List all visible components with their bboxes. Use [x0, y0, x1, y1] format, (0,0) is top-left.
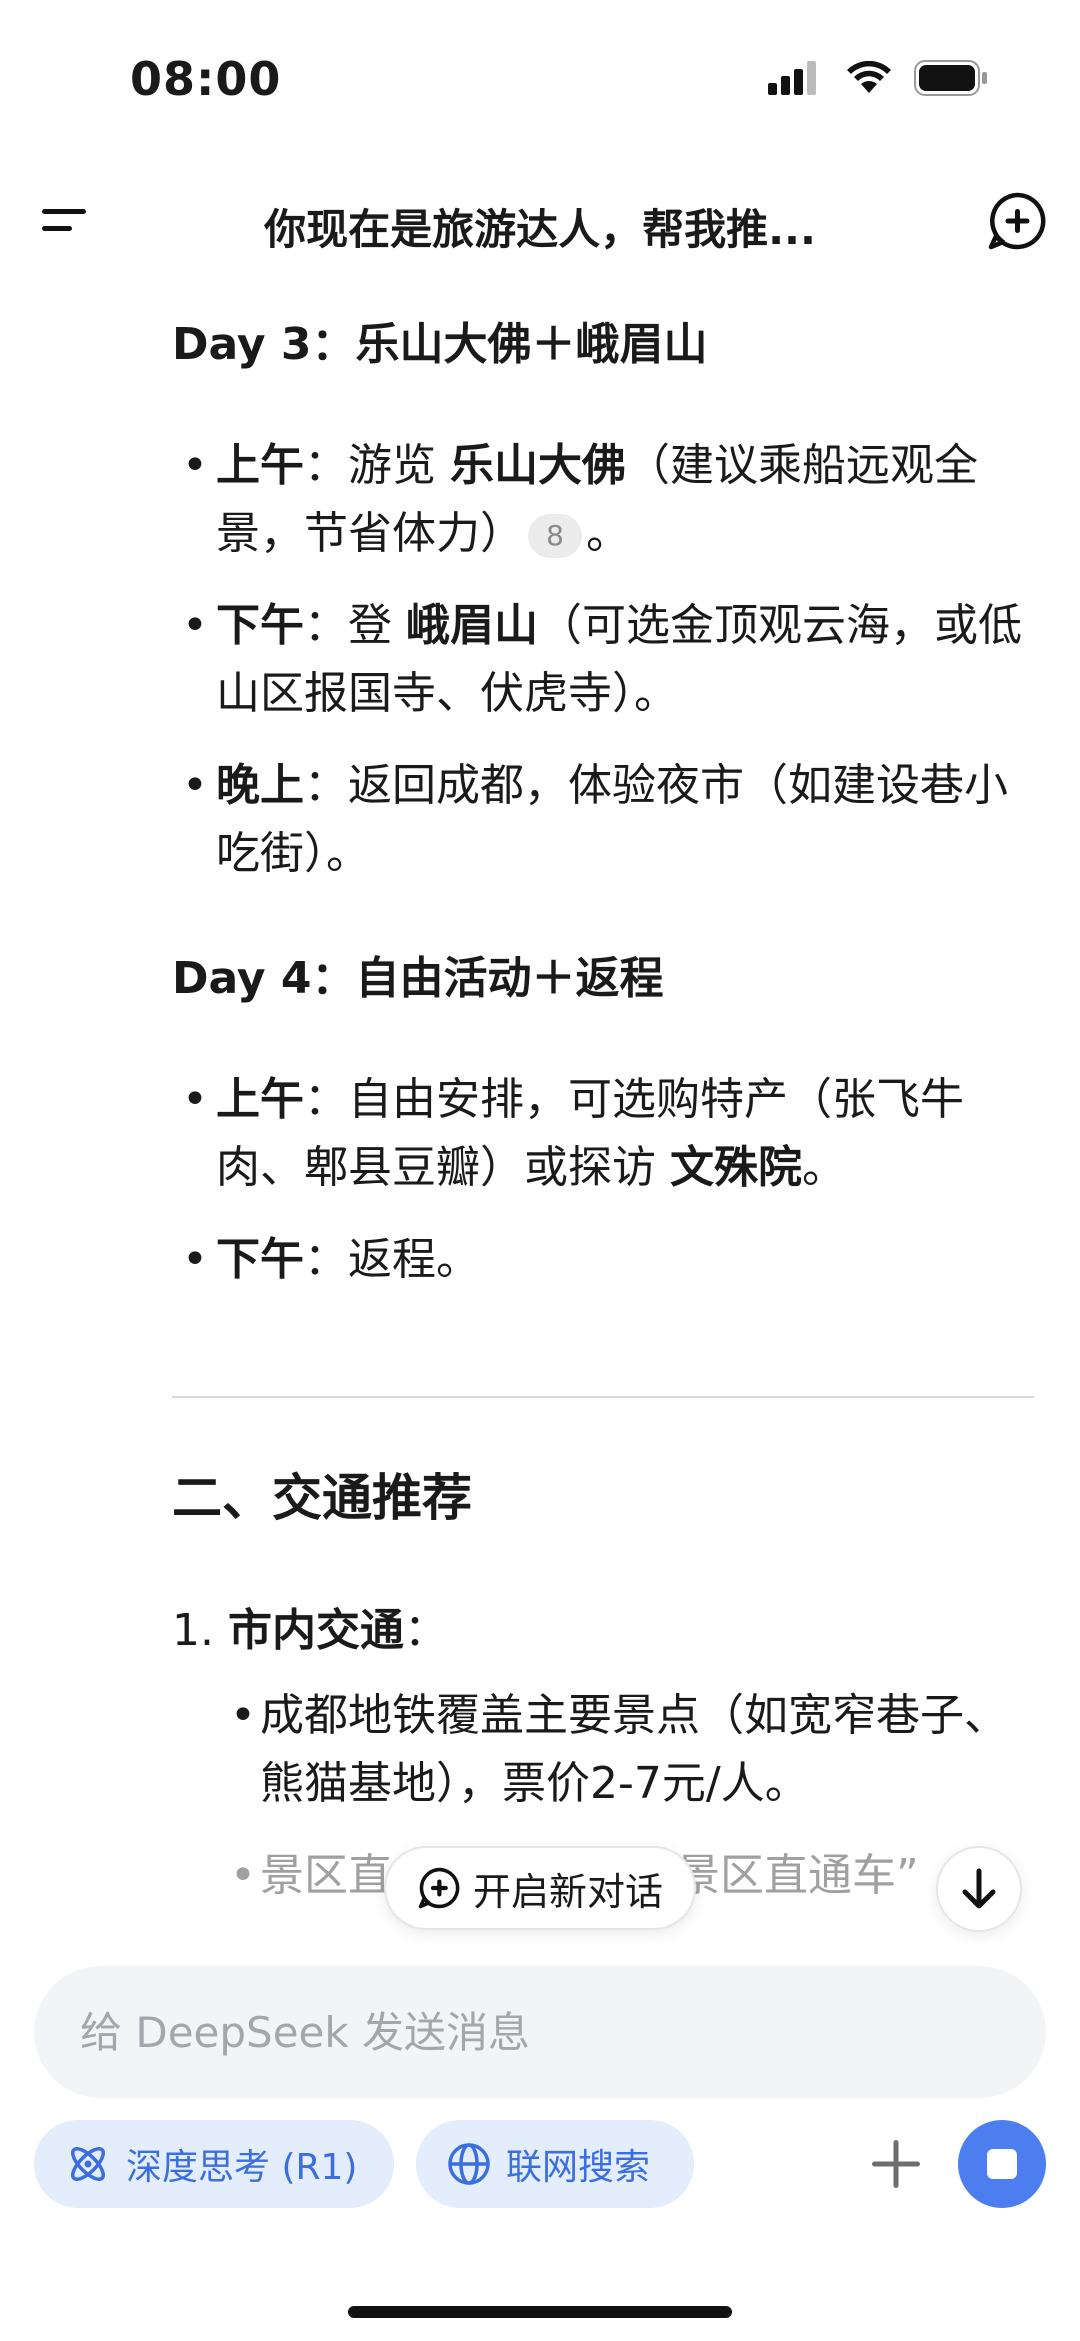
- arrow-down-icon: [962, 1868, 996, 1909]
- day4-heading: Day 4：自由活动＋返程: [172, 953, 664, 1004]
- list-item-text: 下午：登 峨眉山（可选金顶观云海，或低山区报国寺、伏虎寺）。: [216, 600, 1022, 719]
- message-input-container[interactable]: [34, 1966, 1046, 2098]
- list-item-text: 晚上：返回成都，体验夜市（如建设巷小吃街）。: [216, 760, 1008, 879]
- atom-icon: [71, 2147, 105, 2181]
- list-item-text: 下午：返程。: [216, 1234, 480, 1285]
- bullet-dot: •: [182, 1234, 208, 1285]
- list-item: • 上午：自由安排，可选购特产（张飞牛肉、郫县豆瓣）或探访 文殊院。: [172, 1066, 1032, 1202]
- list-item: • 晚上：返回成都，体验夜市（如建设巷小吃街）。: [172, 752, 1032, 888]
- plus-icon[interactable]: [862, 2130, 930, 2198]
- web-search-label: 联网搜索: [506, 2147, 651, 2188]
- section-heading: 二、交通推荐: [172, 1469, 472, 1527]
- bullet-dot: •: [182, 600, 208, 651]
- section-divider: [172, 1396, 1034, 1398]
- citation-badge[interactable]: 8: [528, 514, 582, 558]
- new-conversation-label: 开启新对话: [472, 1869, 663, 1914]
- chat-header: 你现在是旅游达人，帮我推...: [0, 170, 1080, 270]
- home-indicator: [348, 2306, 732, 2318]
- bullet-dot: •: [182, 760, 208, 811]
- status-bar: 08:00: [0, 0, 1080, 150]
- status-time: 08:00: [130, 52, 282, 106]
- new-conversation-button[interactable]: 开启新对话: [384, 1846, 696, 1930]
- chat-title[interactable]: 你现在是旅游达人，帮我推...: [170, 196, 910, 257]
- ordered-list-item: 1. 市内交通：: [172, 1605, 448, 1656]
- bullet-dot: •: [182, 1074, 208, 1125]
- stop-generating-button[interactable]: [958, 2120, 1046, 2208]
- list-item: • 成都地铁覆盖主要景点（如宽窄巷子、熊猫基地），票价2-7元/人。: [220, 1682, 1020, 1818]
- globe-icon: [448, 2143, 490, 2185]
- list-item: • 下午：登 峨眉山（可选金顶观云海，或低山区报国寺、伏虎寺）。: [172, 592, 1032, 728]
- battery-icon: [914, 60, 987, 96]
- menu-icon[interactable]: [36, 192, 96, 248]
- deep-think-toggle[interactable]: 深度思考 (R1): [34, 2120, 394, 2208]
- stop-icon: [987, 2149, 1017, 2179]
- deep-think-label: 深度思考 (R1): [126, 2147, 358, 2188]
- web-search-toggle[interactable]: 联网搜索: [416, 2120, 694, 2208]
- scroll-to-bottom-button[interactable]: [936, 1846, 1022, 1932]
- new-chat-icon[interactable]: [986, 190, 1048, 252]
- list-item-text-partial-right: 景区直通车”: [676, 1850, 919, 1901]
- bullet-dot: •: [230, 1690, 256, 1741]
- new-chat-icon: [418, 1867, 460, 1909]
- day3-heading: Day 3：乐山大佛＋峨眉山: [172, 319, 708, 370]
- status-icons: [768, 60, 988, 96]
- list-item: • 下午：返程。: [172, 1226, 1032, 1294]
- message-input[interactable]: [80, 2007, 980, 2057]
- list-item: • 上午：游览 乐山大佛（建议乘船远观全景，节省体力） 8。: [172, 432, 1032, 568]
- signal-icon: [768, 61, 816, 95]
- bullet-dot: •: [230, 1850, 256, 1901]
- list-item-text: 成都地铁覆盖主要景点（如宽窄巷子、熊猫基地），票价2-7元/人。: [260, 1690, 1008, 1809]
- bullet-dot: •: [182, 440, 208, 491]
- list-item-text: 上午：自由安排，可选购特产（张飞牛肉、郫县豆瓣）或探访 文殊院。: [216, 1074, 964, 1193]
- wifi-icon: [847, 61, 891, 93]
- chat-message-content: Day 3：乐山大佛＋峨眉山 • 上午：游览 乐山大佛（建议乘船远观全景，节省体…: [0, 290, 1080, 1930]
- list-item-text: 上午：游览 乐山大佛（建议乘船远观全景，节省体力） 8。: [216, 440, 978, 559]
